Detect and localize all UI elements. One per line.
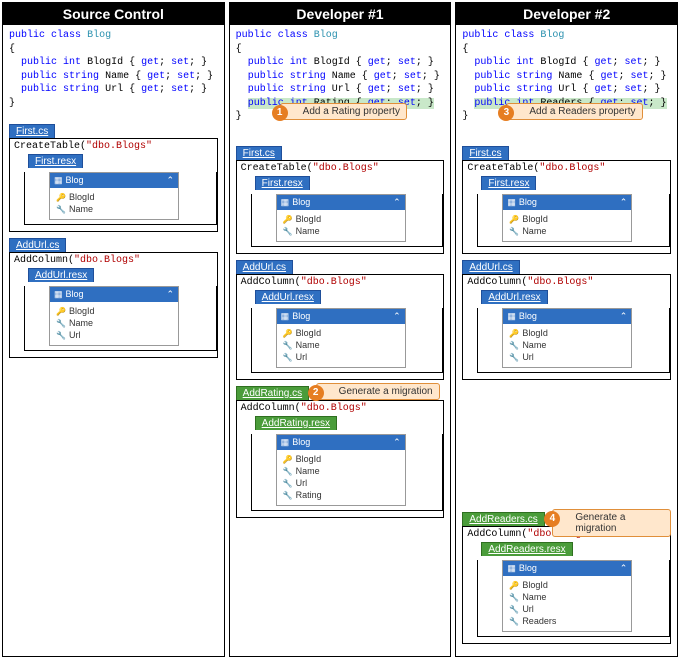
chevron-up-icon: ⌃ [620, 197, 628, 208]
column-icon: Name [283, 465, 399, 477]
filebox-addurl-cs: AddColumn("dbo.Blogs" AddUrl.resx Blog⌃ … [236, 274, 445, 380]
code-block: public class Blog { public int BlogId { … [3, 25, 224, 118]
column-icon: Name [509, 591, 625, 603]
schema-table: Blog ⌃ BlogId Name [49, 172, 179, 220]
column-developer-2: Developer #2 public class Blog { public … [455, 2, 678, 657]
column-icon: Name [509, 225, 625, 237]
file-tab-first-cs: First.cs [236, 146, 282, 160]
callout-2: 2 Generate a migration [316, 383, 440, 400]
key-icon: BlogId [56, 191, 172, 203]
column-header: Developer #2 [456, 3, 677, 25]
table-icon: Blog [507, 197, 537, 208]
chevron-up-icon: ⌃ [166, 289, 174, 300]
filebox-addurl-cs: AddColumn("dbo.Blogs" AddUrl.resx Blog⌃ … [462, 274, 671, 380]
column-icon: Name [56, 317, 172, 329]
file-tab-first-cs: First.cs [462, 146, 508, 160]
key-icon: BlogId [509, 213, 625, 225]
key-icon: BlogId [283, 453, 399, 465]
key-icon: BlogId [56, 305, 172, 317]
column-icon: Url [56, 329, 172, 341]
key-icon: BlogId [283, 213, 399, 225]
filebox-addurl-resx: Blog ⌃ BlogId Name Url [477, 308, 670, 373]
table-icon: Blog [507, 311, 537, 322]
column-icon: Url [509, 351, 625, 363]
filebox-addurl-resx: Blog ⌃ BlogId Name Url [251, 308, 444, 373]
filebox-addrating-cs: AddColumn("dbo.Blogs" AddRating.resx Blo… [236, 400, 445, 518]
schema-table: Blog ⌃ BlogId Name Url [276, 308, 406, 368]
file-tab-addrating-cs: AddRating.cs [236, 386, 309, 400]
schema-table: Blog ⌃ BlogId Name [502, 194, 632, 242]
callout-badge: 2 [308, 385, 324, 401]
callout-text: Generate a migration [339, 386, 433, 397]
callout-badge: 4 [544, 511, 560, 527]
key-icon: BlogId [509, 579, 625, 591]
chevron-up-icon: ⌃ [393, 437, 401, 448]
filebox-first-cs: CreateTable("dbo.Blogs" First.resx Blog⌃… [9, 138, 218, 232]
callout-text: Add a Rating property [303, 106, 400, 117]
column-header: Source Control [3, 3, 224, 25]
callout-text: Generate a migration [575, 512, 625, 534]
table-icon: Blog [54, 289, 84, 300]
column-icon: Url [283, 351, 399, 363]
file-tab-addurl-resx: AddUrl.resx [28, 268, 94, 282]
file-tab-addreaders-cs: AddReaders.cs [462, 512, 544, 526]
file-tab-addurl-cs: AddUrl.cs [9, 238, 66, 252]
column-icon: Url [509, 603, 625, 615]
file-tab-first-resx: First.resx [28, 154, 83, 168]
callout-4: 4 Generate a migration [552, 509, 671, 537]
column-source-control: Source Control public class Blog { publi… [2, 2, 225, 657]
column-icon: Name [509, 339, 625, 351]
filebox-addrating-resx: Blog ⌃ BlogId Name Url Rating [251, 434, 444, 511]
column-developer-1: Developer #1 public class Blog { public … [229, 2, 452, 657]
file-tab-addurl-cs: AddUrl.cs [236, 260, 293, 274]
table-icon: Blog [281, 437, 311, 448]
filebox-addurl-cs: AddColumn("dbo.Blogs" AddUrl.resx Blog⌃ … [9, 252, 218, 358]
filebox-first-resx: Blog ⌃ BlogId Name [24, 172, 217, 225]
chevron-up-icon: ⌃ [620, 563, 628, 574]
file-tab-addurl-resx: AddUrl.resx [481, 290, 547, 304]
filebox-first-cs: CreateTable("dbo.Blogs" First.resx Blog⌃… [462, 160, 671, 254]
file-tab-first-resx: First.resx [481, 176, 536, 190]
chevron-up-icon: ⌃ [620, 311, 628, 322]
table-icon: Blog [281, 311, 311, 322]
callout-3: 3 Add a Readers property [506, 103, 642, 120]
file-tab-addreaders-resx: AddReaders.resx [481, 542, 572, 556]
filebox-first-resx: Blog ⌃ BlogId Name [251, 194, 444, 247]
column-icon: Readers [509, 615, 625, 627]
table-icon: Blog [507, 563, 537, 574]
filebox-addurl-resx: Blog ⌃ BlogId Name Url [24, 286, 217, 351]
callout-text: Add a Readers property [529, 106, 635, 117]
column-icon: Name [56, 203, 172, 215]
column-icon: Name [283, 339, 399, 351]
filebox-addreaders-resx: Blog ⌃ BlogId Name Url Readers [477, 560, 670, 637]
schema-table: Blog ⌃ BlogId Name Url Rating [276, 434, 406, 506]
table-icon: Blog [54, 175, 84, 186]
callout-badge: 3 [498, 105, 514, 121]
file-tab-first-cs: First.cs [9, 124, 55, 138]
file-tab-addurl-cs: AddUrl.cs [462, 260, 519, 274]
column-icon: Rating [283, 489, 399, 501]
table-icon: Blog [281, 197, 311, 208]
column-icon: Name [283, 225, 399, 237]
column-header: Developer #1 [230, 3, 451, 25]
key-icon: BlogId [283, 327, 399, 339]
file-tab-addrating-resx: AddRating.resx [255, 416, 337, 430]
callout-badge: 1 [272, 105, 288, 121]
schema-table: Blog ⌃ BlogId Name Url Readers [502, 560, 632, 632]
key-icon: BlogId [509, 327, 625, 339]
filebox-first-cs: CreateTable("dbo.Blogs" First.resx Blog⌃… [236, 160, 445, 254]
schema-table: Blog ⌃ BlogId Name Url [49, 286, 179, 346]
filebox-first-resx: Blog ⌃ BlogId Name [477, 194, 670, 247]
schema-table: Blog ⌃ BlogId Name [276, 194, 406, 242]
chevron-up-icon: ⌃ [166, 175, 174, 186]
file-tab-first-resx: First.resx [255, 176, 310, 190]
chevron-up-icon: ⌃ [393, 311, 401, 322]
chevron-up-icon: ⌃ [393, 197, 401, 208]
schema-table: Blog ⌃ BlogId Name Url [502, 308, 632, 368]
callout-1: 1 Add a Rating property [280, 103, 407, 120]
column-icon: Url [283, 477, 399, 489]
filebox-addreaders-cs: AddColumn("dbo.Blogs" AddReaders.resx Bl… [462, 526, 671, 644]
file-tab-addurl-resx: AddUrl.resx [255, 290, 321, 304]
